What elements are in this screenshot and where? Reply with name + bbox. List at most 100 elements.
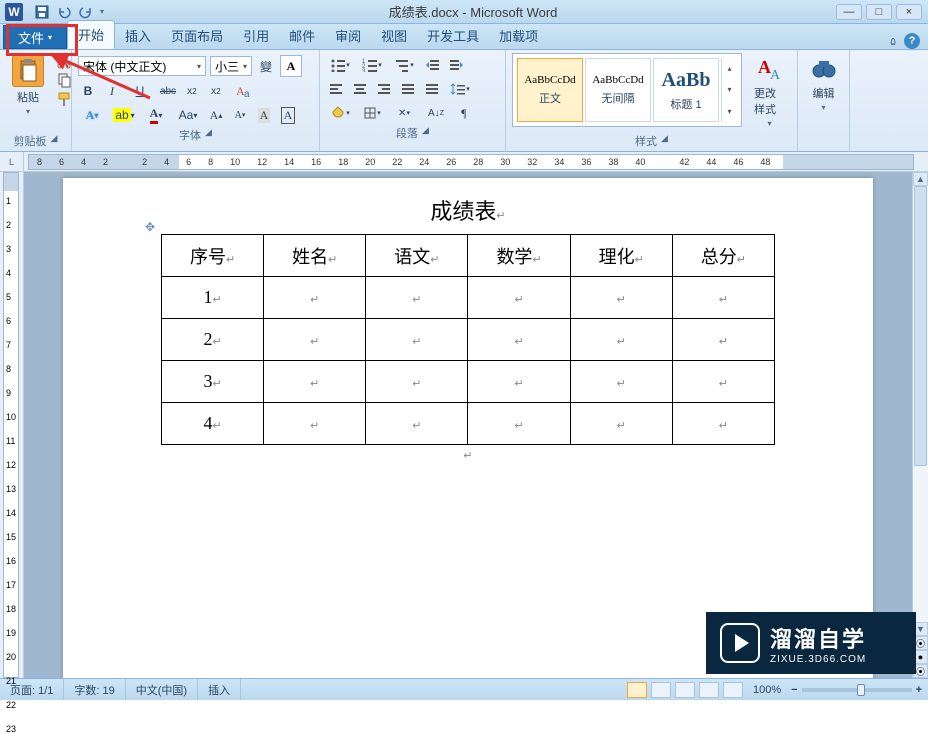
table-cell[interactable]: ↵ [366, 403, 468, 445]
strikethrough-button[interactable]: abc [158, 81, 178, 101]
table-cell[interactable]: 2↵ [162, 319, 264, 361]
highlight-button[interactable]: ab▾ [110, 105, 138, 125]
scroll-up-icon[interactable]: ▲ [913, 172, 928, 186]
outline-view-button[interactable] [699, 682, 719, 698]
align-left-button[interactable] [326, 79, 346, 99]
web-layout-view-button[interactable] [675, 682, 695, 698]
bold-button[interactable]: B [78, 81, 98, 101]
table-cell[interactable]: ↵ [468, 361, 570, 403]
table-header-row[interactable]: 序号↵ 姓名↵ 语文↵ 数学↵ 理化↵ 总分↵ [162, 235, 775, 277]
table-cell[interactable]: ↵ [264, 361, 366, 403]
draft-view-button[interactable] [723, 682, 743, 698]
format-painter-icon[interactable] [56, 91, 72, 107]
table-header-cell[interactable]: 数学↵ [468, 235, 570, 277]
table-header-cell[interactable]: 姓名↵ [264, 235, 366, 277]
distribute-button[interactable] [422, 79, 442, 99]
multilevel-list-button[interactable]: ▾ [390, 55, 418, 75]
table-cell[interactable]: ↵ [366, 319, 468, 361]
underline-button[interactable]: U [126, 81, 154, 101]
increase-indent-button[interactable] [446, 55, 466, 75]
minimize-button[interactable]: — [836, 4, 862, 20]
table-cell[interactable]: ↵ [366, 361, 468, 403]
grow-font-button[interactable]: A▴ [206, 105, 226, 125]
paste-button[interactable]: 粘贴 ▾ [6, 53, 50, 118]
horizontal-ruler[interactable]: 8642246810121416182022242628303234363840… [28, 154, 914, 170]
addins-tab[interactable]: 加载项 [489, 22, 548, 49]
change-styles-button[interactable]: AA 更改样式 ▾ [748, 53, 791, 130]
sort-button[interactable]: A↓Z [422, 103, 450, 123]
status-words[interactable]: 字数: 19 [64, 679, 125, 700]
table-row[interactable]: 1↵ ↵ ↵ ↵ ↵ ↵ [162, 277, 775, 319]
enclose-char-button[interactable]: A [280, 55, 302, 77]
clear-format-button[interactable]: Aa [230, 81, 258, 101]
font-name-combo[interactable]: 宋体 (中文正文)▾ [78, 56, 206, 76]
undo-icon[interactable] [56, 4, 72, 20]
table-cell[interactable]: ↵ [672, 319, 774, 361]
document-title[interactable]: 成绩表↵ [161, 194, 775, 226]
table-anchor-icon[interactable]: ✥ [145, 220, 155, 234]
table-cell[interactable]: ↵ [570, 403, 672, 445]
table-row[interactable]: 2↵ ↵ ↵ ↵ ↵ ↵ [162, 319, 775, 361]
home-tab[interactable]: 开始 [67, 20, 115, 49]
paragraph-mark[interactable]: ↵ [161, 449, 775, 462]
table-cell[interactable]: ↵ [468, 277, 570, 319]
table-cell[interactable]: ↵ [468, 319, 570, 361]
justify-button[interactable] [398, 79, 418, 99]
status-insert-mode[interactable]: 插入 [198, 679, 241, 700]
save-icon[interactable] [34, 4, 50, 20]
decrease-indent-button[interactable] [422, 55, 442, 75]
developer-tab[interactable]: 开发工具 [417, 22, 489, 49]
table-cell[interactable]: 3↵ [162, 361, 264, 403]
bullets-button[interactable]: ▾ [326, 55, 354, 75]
help-icon[interactable]: ? [904, 33, 920, 49]
styles-launcher-icon[interactable]: ◢ [661, 133, 668, 149]
change-case-button[interactable]: Aa▾ [174, 105, 202, 125]
font-color-button[interactable]: A▾ [142, 105, 170, 125]
superscript-button[interactable]: x2 [206, 81, 226, 101]
style-normal[interactable]: AaBbCcDd 正文 [517, 58, 583, 122]
document-page[interactable]: ✥ 成绩表↵ 序号↵ 姓名↵ 语文↵ 数学↵ 理化↵ 总分↵ 1↵ ↵ ↵ ↵ … [63, 178, 873, 678]
char-border-button[interactable]: A [278, 105, 298, 125]
maximize-button[interactable]: □ [866, 4, 892, 20]
review-tab[interactable]: 审阅 [325, 22, 371, 49]
table-cell[interactable]: ↵ [672, 403, 774, 445]
table-cell[interactable]: ↵ [264, 319, 366, 361]
numbering-button[interactable]: 123▾ [358, 55, 386, 75]
redo-icon[interactable] [78, 4, 94, 20]
align-center-button[interactable] [350, 79, 370, 99]
references-tab[interactable]: 引用 [233, 22, 279, 49]
find-button[interactable]: 编辑 ▾ [804, 53, 844, 114]
table-header-cell[interactable]: 总分↵ [672, 235, 774, 277]
file-tab[interactable]: 文件 [3, 25, 67, 49]
show-marks-button[interactable]: ¶ [454, 103, 474, 123]
table-cell[interactable]: ↵ [672, 277, 774, 319]
scroll-thumb[interactable] [914, 186, 927, 466]
zoom-in-button[interactable]: + [916, 684, 922, 696]
close-button[interactable]: × [896, 4, 922, 20]
line-spacing-button[interactable]: ▾ [446, 79, 474, 99]
style-heading1[interactable]: AaBb 标题 1 [653, 58, 719, 122]
fullscreen-view-button[interactable] [651, 682, 671, 698]
table-row[interactable]: 4↵ ↵ ↵ ↵ ↵ ↵ [162, 403, 775, 445]
char-shading-button[interactable]: A [254, 105, 274, 125]
font-launcher-icon[interactable]: ◢ [205, 127, 212, 143]
vertical-scrollbar[interactable]: ▲ ▼ ⦿ ● ⦿ [912, 172, 928, 678]
layout-tab[interactable]: 页面布局 [161, 22, 233, 49]
zoom-level[interactable]: 100% [747, 684, 787, 696]
cut-icon[interactable] [56, 53, 72, 69]
mailings-tab[interactable]: 邮件 [279, 22, 325, 49]
styles-more[interactable]: ▴▾▾ [721, 58, 737, 122]
print-layout-view-button[interactable] [627, 682, 647, 698]
asian-layout-button[interactable]: ✕▾ [390, 103, 418, 123]
borders-button[interactable]: ▾ [358, 103, 386, 123]
clipboard-launcher-icon[interactable]: ◢ [51, 133, 58, 149]
minimize-ribbon-icon[interactable]: ۵ [890, 35, 896, 48]
shrink-font-button[interactable]: A▾ [230, 105, 250, 125]
copy-icon[interactable] [56, 72, 72, 88]
qat-customize-icon[interactable]: ▾ [100, 7, 104, 16]
table-header-cell[interactable]: 语文↵ [366, 235, 468, 277]
ruler-corner[interactable]: L [0, 152, 24, 172]
table-cell[interactable]: ↵ [672, 361, 774, 403]
zoom-out-button[interactable]: − [791, 684, 797, 696]
table-row[interactable]: 3↵ ↵ ↵ ↵ ↵ ↵ [162, 361, 775, 403]
